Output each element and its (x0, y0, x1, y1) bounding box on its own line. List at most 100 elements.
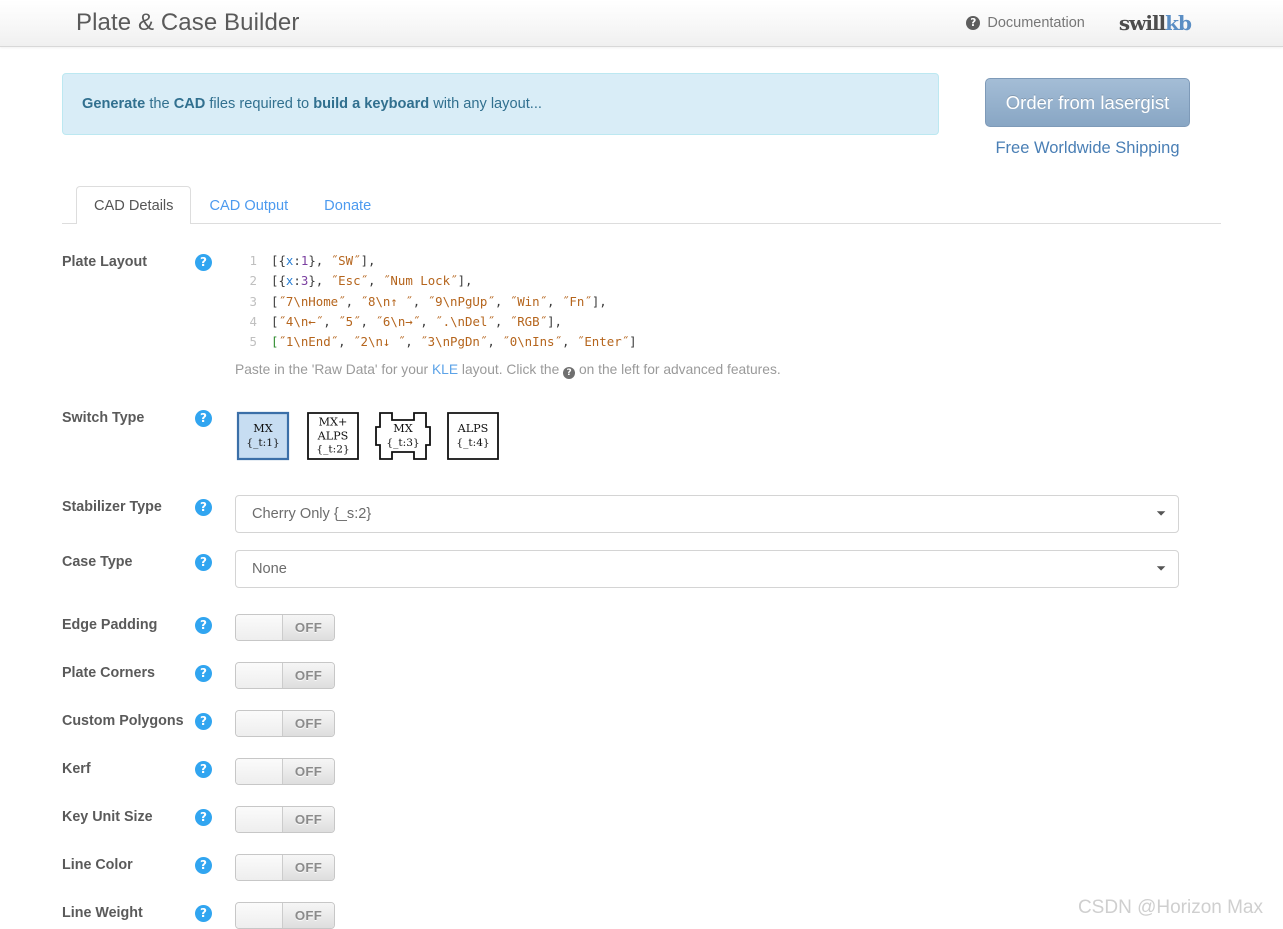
switch-shape-icon (307, 412, 359, 461)
toggle-handle[interactable] (236, 663, 283, 689)
toggle-key-unit-size[interactable]: OFF (235, 806, 335, 834)
alert-bold-cad: CAD (173, 96, 206, 112)
toggle-handle[interactable] (236, 807, 283, 833)
form-row-line-color: Line Color? OFF (62, 851, 1221, 882)
toggle-state-label: OFF (283, 711, 334, 737)
toggle-edge-padding[interactable]: OFF (235, 614, 335, 642)
toggle-handle[interactable] (236, 855, 283, 881)
toggle-state-label: OFF (283, 759, 334, 785)
control-col-line-weight: OFF (235, 899, 1221, 929)
tab-bar: CAD Details CAD Output Donate (62, 185, 1221, 225)
question-circle-icon[interactable]: ? (195, 857, 212, 875)
toggle-handle[interactable] (236, 759, 283, 785)
form-row-switch-type: Switch Type ? MX {_t:1} MX+ ALPS {_t:2} MX {_t… (62, 404, 1221, 463)
form-row-plate-corners: Plate Corners? OFF (62, 659, 1221, 690)
case-type-select[interactable]: None (235, 550, 1179, 589)
label-col-edge-padding: Edge Padding? (62, 611, 235, 635)
toggle-kerf[interactable]: OFF (235, 758, 335, 786)
control-col-plate-corners: OFF (235, 659, 1221, 690)
documentation-label: Documentation (987, 15, 1085, 31)
help-text-pre: Paste in the 'Raw Data' for your (235, 362, 432, 378)
toggle-plate-corners[interactable]: OFF (235, 662, 335, 690)
question-circle-icon[interactable]: ? (195, 905, 212, 923)
label-col-case-type: Case Type ? (62, 548, 235, 572)
question-circle-icon[interactable]: ? (195, 554, 212, 572)
toggle-line-color[interactable]: OFF (235, 854, 335, 882)
question-circle-icon[interactable]: ? (195, 410, 212, 428)
code-line-number: 3 (249, 293, 257, 309)
question-circle-icon[interactable]: ? (195, 761, 212, 779)
tab-cad-output[interactable]: CAD Output (191, 186, 306, 224)
intro-row: Generate the CAD files required to build… (62, 47, 1221, 158)
toggle-custom-polygons[interactable]: OFF (235, 710, 335, 738)
documentation-link[interactable]: ? Documentation (966, 15, 1085, 31)
navbar: Plate & Case Builder ? Documentation swi… (0, 0, 1283, 47)
toggle-handle[interactable] (236, 615, 283, 641)
label-col-stabilizer-type: Stabilizer Type ? (62, 493, 235, 517)
toggle-state-label: OFF (283, 807, 334, 833)
code-line-number: 5 (249, 334, 257, 350)
toggle-line-weight[interactable]: OFF (235, 902, 335, 929)
code-line: 3 [˝7\nHome˝, ˝8\n↑ ˝, ˝9\nPgUp˝, ˝Win˝, … (235, 292, 1221, 312)
page-title: Plate & Case Builder (76, 9, 300, 36)
question-circle-icon[interactable]: ? (195, 809, 212, 827)
toggle-state-label: OFF (283, 903, 334, 929)
switch-type-options: MX {_t:1} MX+ ALPS {_t:2} MX {_t:3} ALPS {_t:4} (235, 404, 1221, 463)
code-line: 4 [˝4\n←˝, ˝5˝, ˝6\n→˝, ˝.\nDel˝, ˝RGB˝], (235, 312, 1221, 332)
logo-text-accent: kb (1165, 11, 1192, 35)
kle-link[interactable]: KLE (432, 362, 458, 377)
switch-type-mx-notched-button[interactable]: MX {_t:3} (375, 409, 431, 463)
cad-details-form: Plate Layout ? 1 [{x:1}, ˝SW˝], 2 [{x:3}, ˝… (62, 224, 1221, 929)
label-custom-polygons: Custom Polygons (62, 713, 184, 730)
toggle-state-label: OFF (283, 615, 334, 641)
free-shipping-link[interactable]: Free Worldwide Shipping (985, 139, 1190, 158)
label-line-color: Line Color (62, 857, 133, 874)
order-from-lasergist-button[interactable]: Order from lasergist (985, 78, 1190, 128)
tab-donate[interactable]: Donate (306, 186, 389, 224)
alert-text-2: files required to (205, 96, 314, 112)
label-plate-corners: Plate Corners (62, 665, 155, 682)
switch-type-alps-button[interactable]: ALPS {_t:4} (445, 409, 501, 463)
control-col-plate-layout: 1 [{x:1}, ˝SW˝], 2 [{x:3}, ˝Esc˝, ˝Num Lock… (235, 248, 1221, 380)
label-kerf: Kerf (62, 761, 91, 778)
switch-type-mx-alps-button[interactable]: MX+ ALPS {_t:2} (305, 409, 361, 463)
toggle-state-label: OFF (283, 663, 334, 689)
question-circle-icon[interactable]: ? (195, 665, 212, 683)
stabilizer-type-select[interactable]: Cherry Only {_s:2} (235, 495, 1179, 534)
switch-type-mx-button[interactable]: MX {_t:1} (235, 409, 291, 463)
label-col-plate-layout: Plate Layout ? (62, 248, 235, 272)
toggle-handle[interactable] (236, 711, 283, 737)
navbar-right-group: ? Documentation swillkb (966, 11, 1192, 35)
question-circle-icon: ? (966, 16, 981, 30)
label-case-type: Case Type (62, 554, 133, 571)
form-row-edge-padding: Edge Padding? OFF (62, 611, 1221, 642)
tab-cad-details[interactable]: CAD Details (76, 185, 192, 225)
question-circle-icon[interactable]: ? (195, 499, 212, 517)
label-line-weight: Line Weight (62, 905, 143, 922)
question-circle-icon: ? (563, 367, 576, 380)
control-col-custom-polygons: OFF (235, 707, 1221, 738)
form-row-plate-layout: Plate Layout ? 1 [{x:1}, ˝SW˝], 2 [{x:3}, ˝… (62, 248, 1221, 380)
toggle-handle[interactable] (236, 903, 283, 929)
code-line-content: [{x:1}, ˝SW˝], (271, 253, 376, 269)
code-line: 2 [{x:3}, ˝Esc˝, ˝Num Lock˝], (235, 271, 1221, 291)
page-root: Plate & Case Builder ? Documentation swi… (0, 0, 1283, 929)
question-circle-icon[interactable]: ? (195, 617, 212, 635)
code-line-content: [˝1\nEnd˝, ˝2\n↓ ˝, ˝3\nPgDn˝, ˝0\nIns˝,… (271, 334, 637, 350)
switch-shape-icon (375, 412, 431, 461)
alert-text-1: the (145, 96, 174, 112)
help-text-post: on the left for advanced features. (575, 362, 781, 378)
control-col-key-unit-size: OFF (235, 803, 1221, 834)
form-row-custom-polygons: Custom Polygons? OFF (62, 707, 1221, 738)
question-circle-icon[interactable]: ? (195, 254, 212, 272)
control-col-case-type: None ⏷ (235, 548, 1221, 589)
control-col-line-color: OFF (235, 851, 1221, 882)
label-col-kerf: Kerf? (62, 755, 235, 779)
help-text-mid: layout. Click the (458, 362, 564, 378)
plate-layout-code-editor[interactable]: 1 [{x:1}, ˝SW˝], 2 [{x:3}, ˝Esc˝, ˝Num Lock… (235, 248, 1221, 352)
swillkb-logo[interactable]: swillkb (1119, 11, 1192, 35)
code-line: 5 [˝1\nEnd˝, ˝2\n↓ ˝, ˝3\nPgDn˝, ˝0\nIns˝… (235, 332, 1221, 352)
question-circle-icon[interactable]: ? (195, 713, 212, 731)
label-col-custom-polygons: Custom Polygons? (62, 707, 235, 731)
control-col-switch-type: MX {_t:1} MX+ ALPS {_t:2} MX {_t:3} ALPS {_t:4} (235, 404, 1221, 463)
